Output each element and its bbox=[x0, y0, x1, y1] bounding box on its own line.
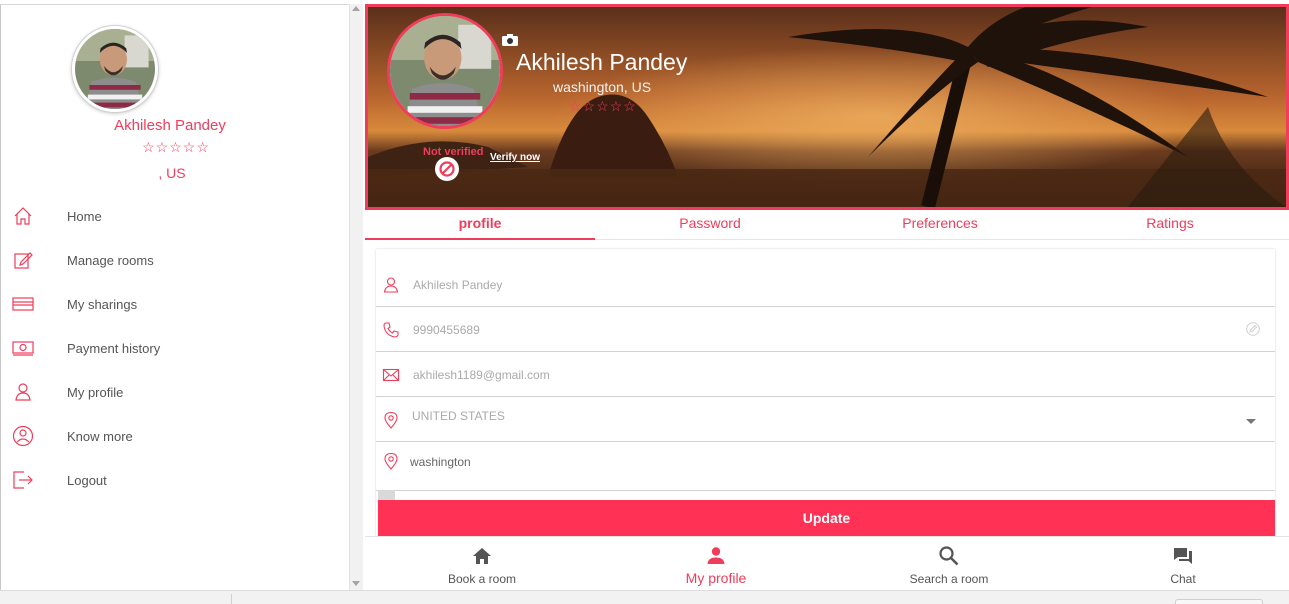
city-field[interactable]: washington bbox=[376, 442, 1275, 491]
sidebar-item-payment-history[interactable]: Payment history bbox=[1, 328, 350, 368]
location-pin-icon bbox=[384, 452, 398, 470]
sidebar-item-label: Home bbox=[67, 208, 102, 224]
sidebar-item-logout[interactable]: Logout bbox=[1, 460, 350, 500]
sidebar-item-manage-rooms[interactable]: Manage rooms bbox=[1, 240, 350, 280]
bottom-navigation: Book a room My profile Search a room Cha… bbox=[365, 536, 1289, 590]
chat-icon bbox=[1174, 548, 1192, 564]
banner-rating-stars: ☆☆☆☆☆ bbox=[569, 98, 637, 114]
camera-icon[interactable] bbox=[502, 34, 518, 46]
home-icon bbox=[473, 548, 491, 564]
country-value: UNITED STATES bbox=[412, 409, 505, 423]
person-icon bbox=[383, 277, 399, 293]
nav-label: Book a room bbox=[447, 572, 517, 586]
country-select[interactable]: UNITED STATES bbox=[376, 397, 1275, 442]
phone-field[interactable]: 9990455689 bbox=[376, 307, 1275, 352]
not-verified-icon bbox=[435, 157, 459, 181]
banner-avatar[interactable] bbox=[387, 13, 503, 129]
avatar[interactable] bbox=[72, 26, 158, 112]
avatar-photo bbox=[75, 29, 155, 109]
app-window: Akhilesh Pandey ☆☆☆☆☆ , US Home Manage r… bbox=[0, 0, 1289, 604]
nav-label: My profile bbox=[685, 570, 747, 586]
edit-icon bbox=[12, 249, 34, 271]
home-icon bbox=[12, 205, 34, 227]
search-icon bbox=[939, 546, 959, 566]
name-value: Akhilesh Pandey bbox=[413, 278, 503, 292]
banner-avatar-photo bbox=[390, 16, 500, 126]
name-field[interactable]: Akhilesh Pandey bbox=[376, 262, 1275, 307]
person-icon bbox=[12, 381, 34, 403]
window-status-strip bbox=[0, 590, 1289, 604]
update-button[interactable]: Update bbox=[378, 500, 1275, 536]
sidebar-item-my-profile[interactable]: My profile bbox=[1, 372, 350, 412]
sidebar-user-name: Akhilesh Pandey bbox=[114, 117, 226, 134]
tab-ratings[interactable]: Ratings bbox=[1055, 210, 1285, 240]
profile-form: Akhilesh Pandey 9990455689 akhilesh1189@… bbox=[376, 249, 1275, 539]
strip-button[interactable] bbox=[1175, 599, 1263, 604]
tab-password[interactable]: Password bbox=[595, 210, 825, 240]
nav-search-a-room[interactable]: Search a room bbox=[832, 537, 1066, 591]
banner-user-location: washington, US bbox=[553, 79, 652, 95]
nav-book-a-room[interactable]: Book a room bbox=[365, 537, 599, 591]
sidebar-user-location: , US bbox=[158, 165, 186, 181]
card-icon bbox=[12, 293, 34, 315]
sidebar-item-label: Logout bbox=[67, 472, 107, 488]
strip-divider bbox=[231, 594, 232, 604]
location-pin-icon bbox=[384, 411, 398, 429]
email-value: akhilesh1189@gmail.com bbox=[413, 368, 550, 382]
chevron-down-icon[interactable] bbox=[1246, 419, 1256, 424]
edit-phone-icon[interactable] bbox=[1246, 322, 1260, 336]
banner-user-name: Akhilesh Pandey bbox=[516, 49, 688, 75]
person-icon bbox=[707, 547, 725, 564]
sidebar-item-label: Know more bbox=[67, 428, 133, 444]
sidebar-item-label: My profile bbox=[67, 384, 124, 400]
sidebar-item-home[interactable]: Home bbox=[1, 196, 350, 236]
nav-label: Search a room bbox=[909, 572, 989, 586]
scroll-down-arrow-icon[interactable] bbox=[352, 581, 360, 586]
phone-icon bbox=[383, 322, 399, 338]
money-icon bbox=[12, 337, 34, 359]
nav-my-profile[interactable]: My profile bbox=[599, 537, 833, 591]
sidebar-rating-stars: ☆☆☆☆☆ bbox=[142, 139, 210, 155]
nav-label: Chat bbox=[1170, 572, 1196, 586]
sidebar-item-label: My sharings bbox=[67, 296, 138, 312]
tab-preferences[interactable]: Preferences bbox=[825, 210, 1055, 240]
mail-icon bbox=[382, 368, 400, 382]
tab-profile[interactable]: profile bbox=[365, 210, 595, 240]
phone-value: 9990455689 bbox=[413, 323, 480, 337]
sidebar-scrollbar[interactable] bbox=[349, 4, 363, 590]
verify-now-link[interactable]: Verify now bbox=[490, 152, 540, 163]
scroll-up-arrow-icon[interactable] bbox=[352, 6, 360, 11]
sidebar-item-my-sharings[interactable]: My sharings bbox=[1, 284, 350, 324]
sidebar-item-know-more[interactable]: Know more bbox=[1, 416, 350, 456]
profile-tabs: profile Password Preferences Ratings bbox=[365, 210, 1289, 240]
sidebar: Akhilesh Pandey ☆☆☆☆☆ , US Home Manage r… bbox=[0, 4, 349, 590]
city-value: washington bbox=[410, 455, 471, 469]
profile-banner: Akhilesh Pandey washington, US ☆☆☆☆☆ Not… bbox=[365, 4, 1289, 210]
email-field[interactable]: akhilesh1189@gmail.com bbox=[376, 352, 1275, 397]
nav-chat[interactable]: Chat bbox=[1066, 537, 1289, 591]
sidebar-item-label: Manage rooms bbox=[67, 252, 154, 268]
sidebar-item-label: Payment history bbox=[67, 340, 161, 356]
logout-icon bbox=[12, 469, 34, 491]
info-person-icon bbox=[12, 425, 34, 447]
